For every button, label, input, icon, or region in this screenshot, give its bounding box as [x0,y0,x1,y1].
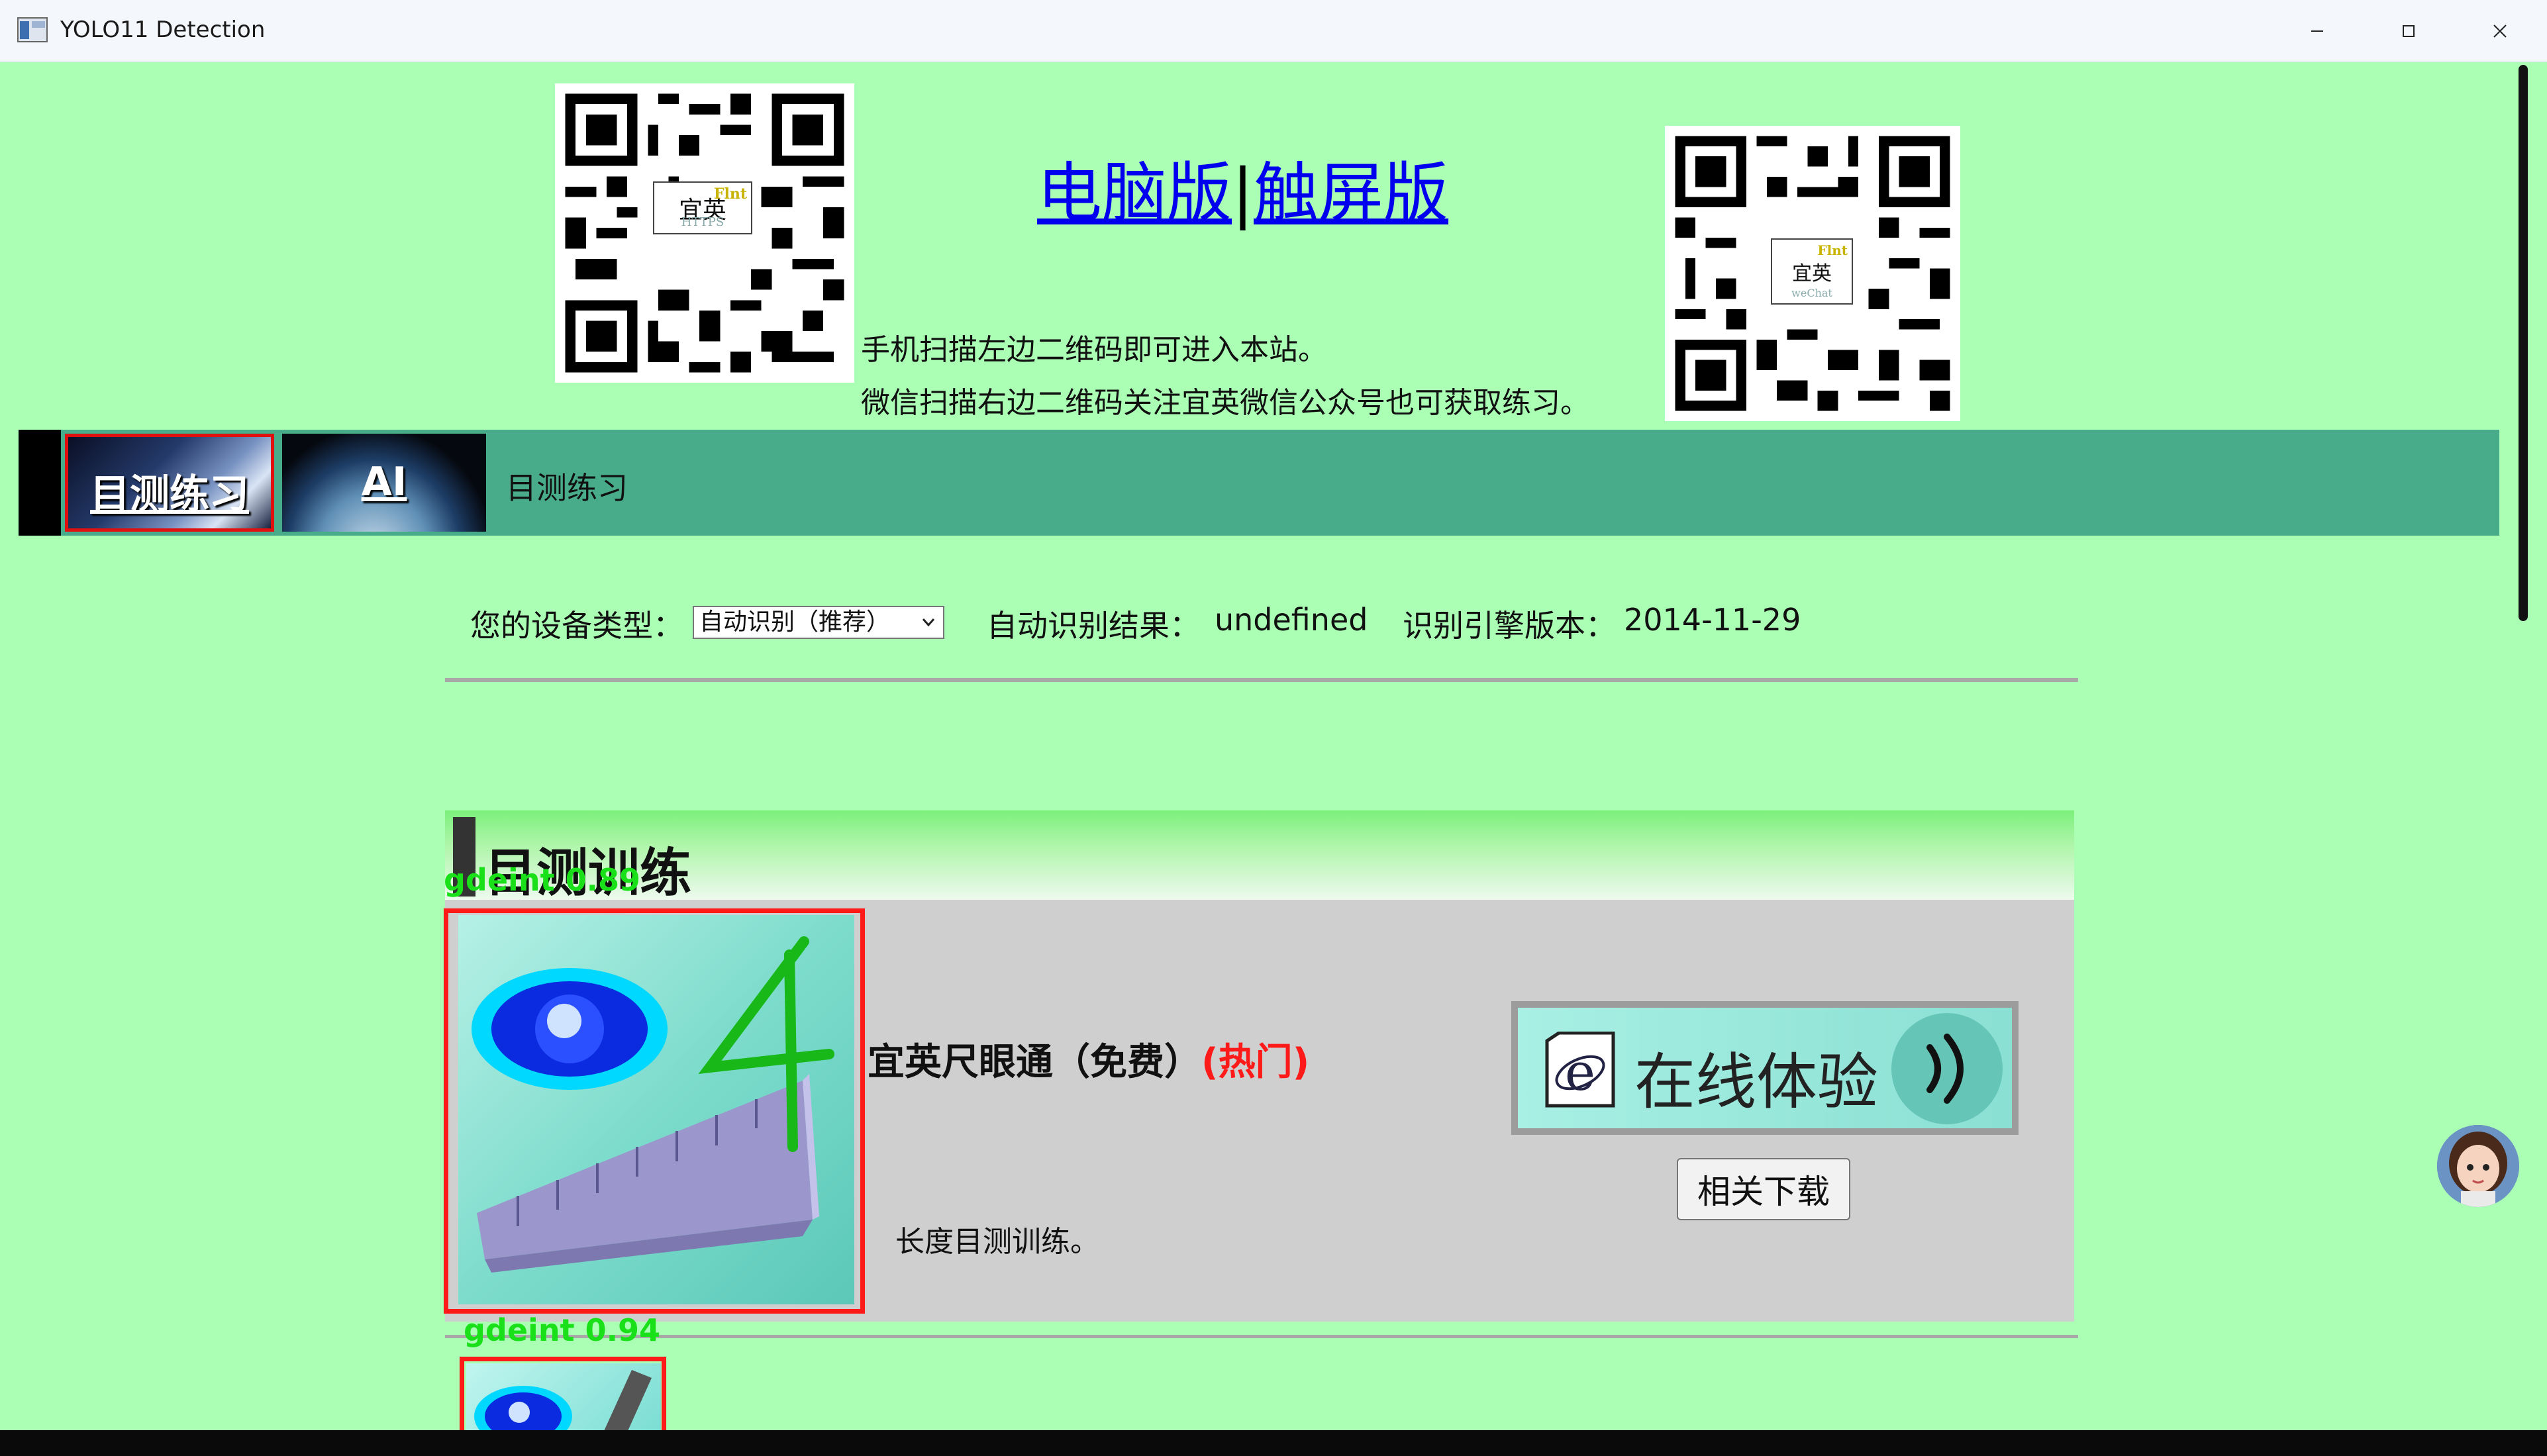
scrollbar-thumb[interactable] [2519,65,2528,621]
minimize-icon [2311,30,2323,32]
engine-version-value: 2014-11-29 [1624,602,1801,638]
detection-box [460,1357,666,1430]
maximize-button[interactable] [2363,0,2454,62]
device-type-select[interactable]: 自动识别（推荐） [693,606,944,639]
chevron-down-icon [919,607,938,646]
device-type-label: 您的设备类型： [470,608,683,644]
ie-document-icon: e [1545,1032,1615,1108]
taskbar-edge [0,1430,2547,1456]
try-online-label: 在线体验 [1634,1047,1879,1118]
window-title: YOLO11 Detection [60,17,266,43]
svg-text:e: e [1565,1043,1595,1102]
right-qr-code: 宜英 Flnt weChat [1665,126,1960,421]
nav-tab-label: AI [361,459,407,505]
qr-logo-brand: Flnt [1817,242,1848,258]
try-online-button[interactable]: e 在线体验 [1511,1001,2019,1135]
detection-box [444,908,865,1314]
scan-instruction-left: 手机扫描左边二维码即可进入本站。 [861,333,1327,367]
divider [445,1335,2078,1338]
qr-logo-brand: Flnt [713,185,747,203]
scan-instruction-right: 微信扫描右边二维码关注宜英微信公众号也可获取练习。 [861,386,1589,420]
qr-logo: 宜英 Flnt weChat [1771,238,1853,305]
window-titlebar: YOLO11 Detection [0,0,2547,62]
minimize-button[interactable] [2272,0,2363,62]
auto-result-value: undefined [1215,602,1368,638]
maximize-icon [2403,24,2415,37]
qr-logo: 宜英 Flnt HTTPS [653,181,752,234]
left-qr-code: 宜英 Flnt HTTPS [555,83,854,383]
nav-tab-label: 目测练习 [90,471,249,518]
product-title: 宜英尺眼通（免费） [868,1041,1201,1084]
web-content: 宜英 Flnt HTTPS 电脑版|触屏版 手机扫描左边二维码即可进入本站。 微… [0,62,2519,1430]
qr-logo-text: 宜英 [1792,262,1832,285]
link-separator: | [1232,156,1254,231]
avatar-icon [2437,1125,2519,1207]
nav-bar: 目测练习 AI 目测练习 [19,430,2499,536]
download-button[interactable]: 相关下载 [1677,1158,1850,1220]
section-header: 目测训练 [445,810,2074,903]
product-name[interactable]: 宜英尺眼通（免费）(热门) [868,1032,1309,1086]
detection-label: gdeint 0.94 [464,1312,661,1348]
close-icon [2493,24,2507,38]
device-type-value: 自动识别（推荐） [699,608,891,636]
divider [445,678,2078,682]
nav-tab-visual-practice[interactable]: 目测练习 [65,434,274,532]
assistant-avatar[interactable] [2437,1125,2519,1207]
auto-result-label: 自动识别结果： [987,608,1200,644]
nav-left-block [19,430,61,536]
window-app-icon [17,16,49,44]
touch-version-link[interactable]: 触屏版 [1254,156,1448,231]
product-description: 长度目测训练。 [895,1225,1099,1259]
qr-logo-subtext: weChat [1791,287,1832,299]
nav-current-page: 目测练习 [506,470,628,506]
close-button[interactable] [2454,0,2546,62]
engine-version-label: 识别引擎版本： [1403,608,1616,644]
nav-tab-ai[interactable]: AI [282,434,486,532]
detection-label: gdeint 0.89 [444,862,641,898]
hot-badge: (热门) [1201,1041,1310,1084]
desktop-version-link[interactable]: 电脑版 [1037,156,1232,231]
version-links: 电脑版|触屏版 [1037,154,1448,233]
arrow-right-icon [1891,1013,2003,1124]
qr-logo-subtext: HTTPS [681,215,724,229]
